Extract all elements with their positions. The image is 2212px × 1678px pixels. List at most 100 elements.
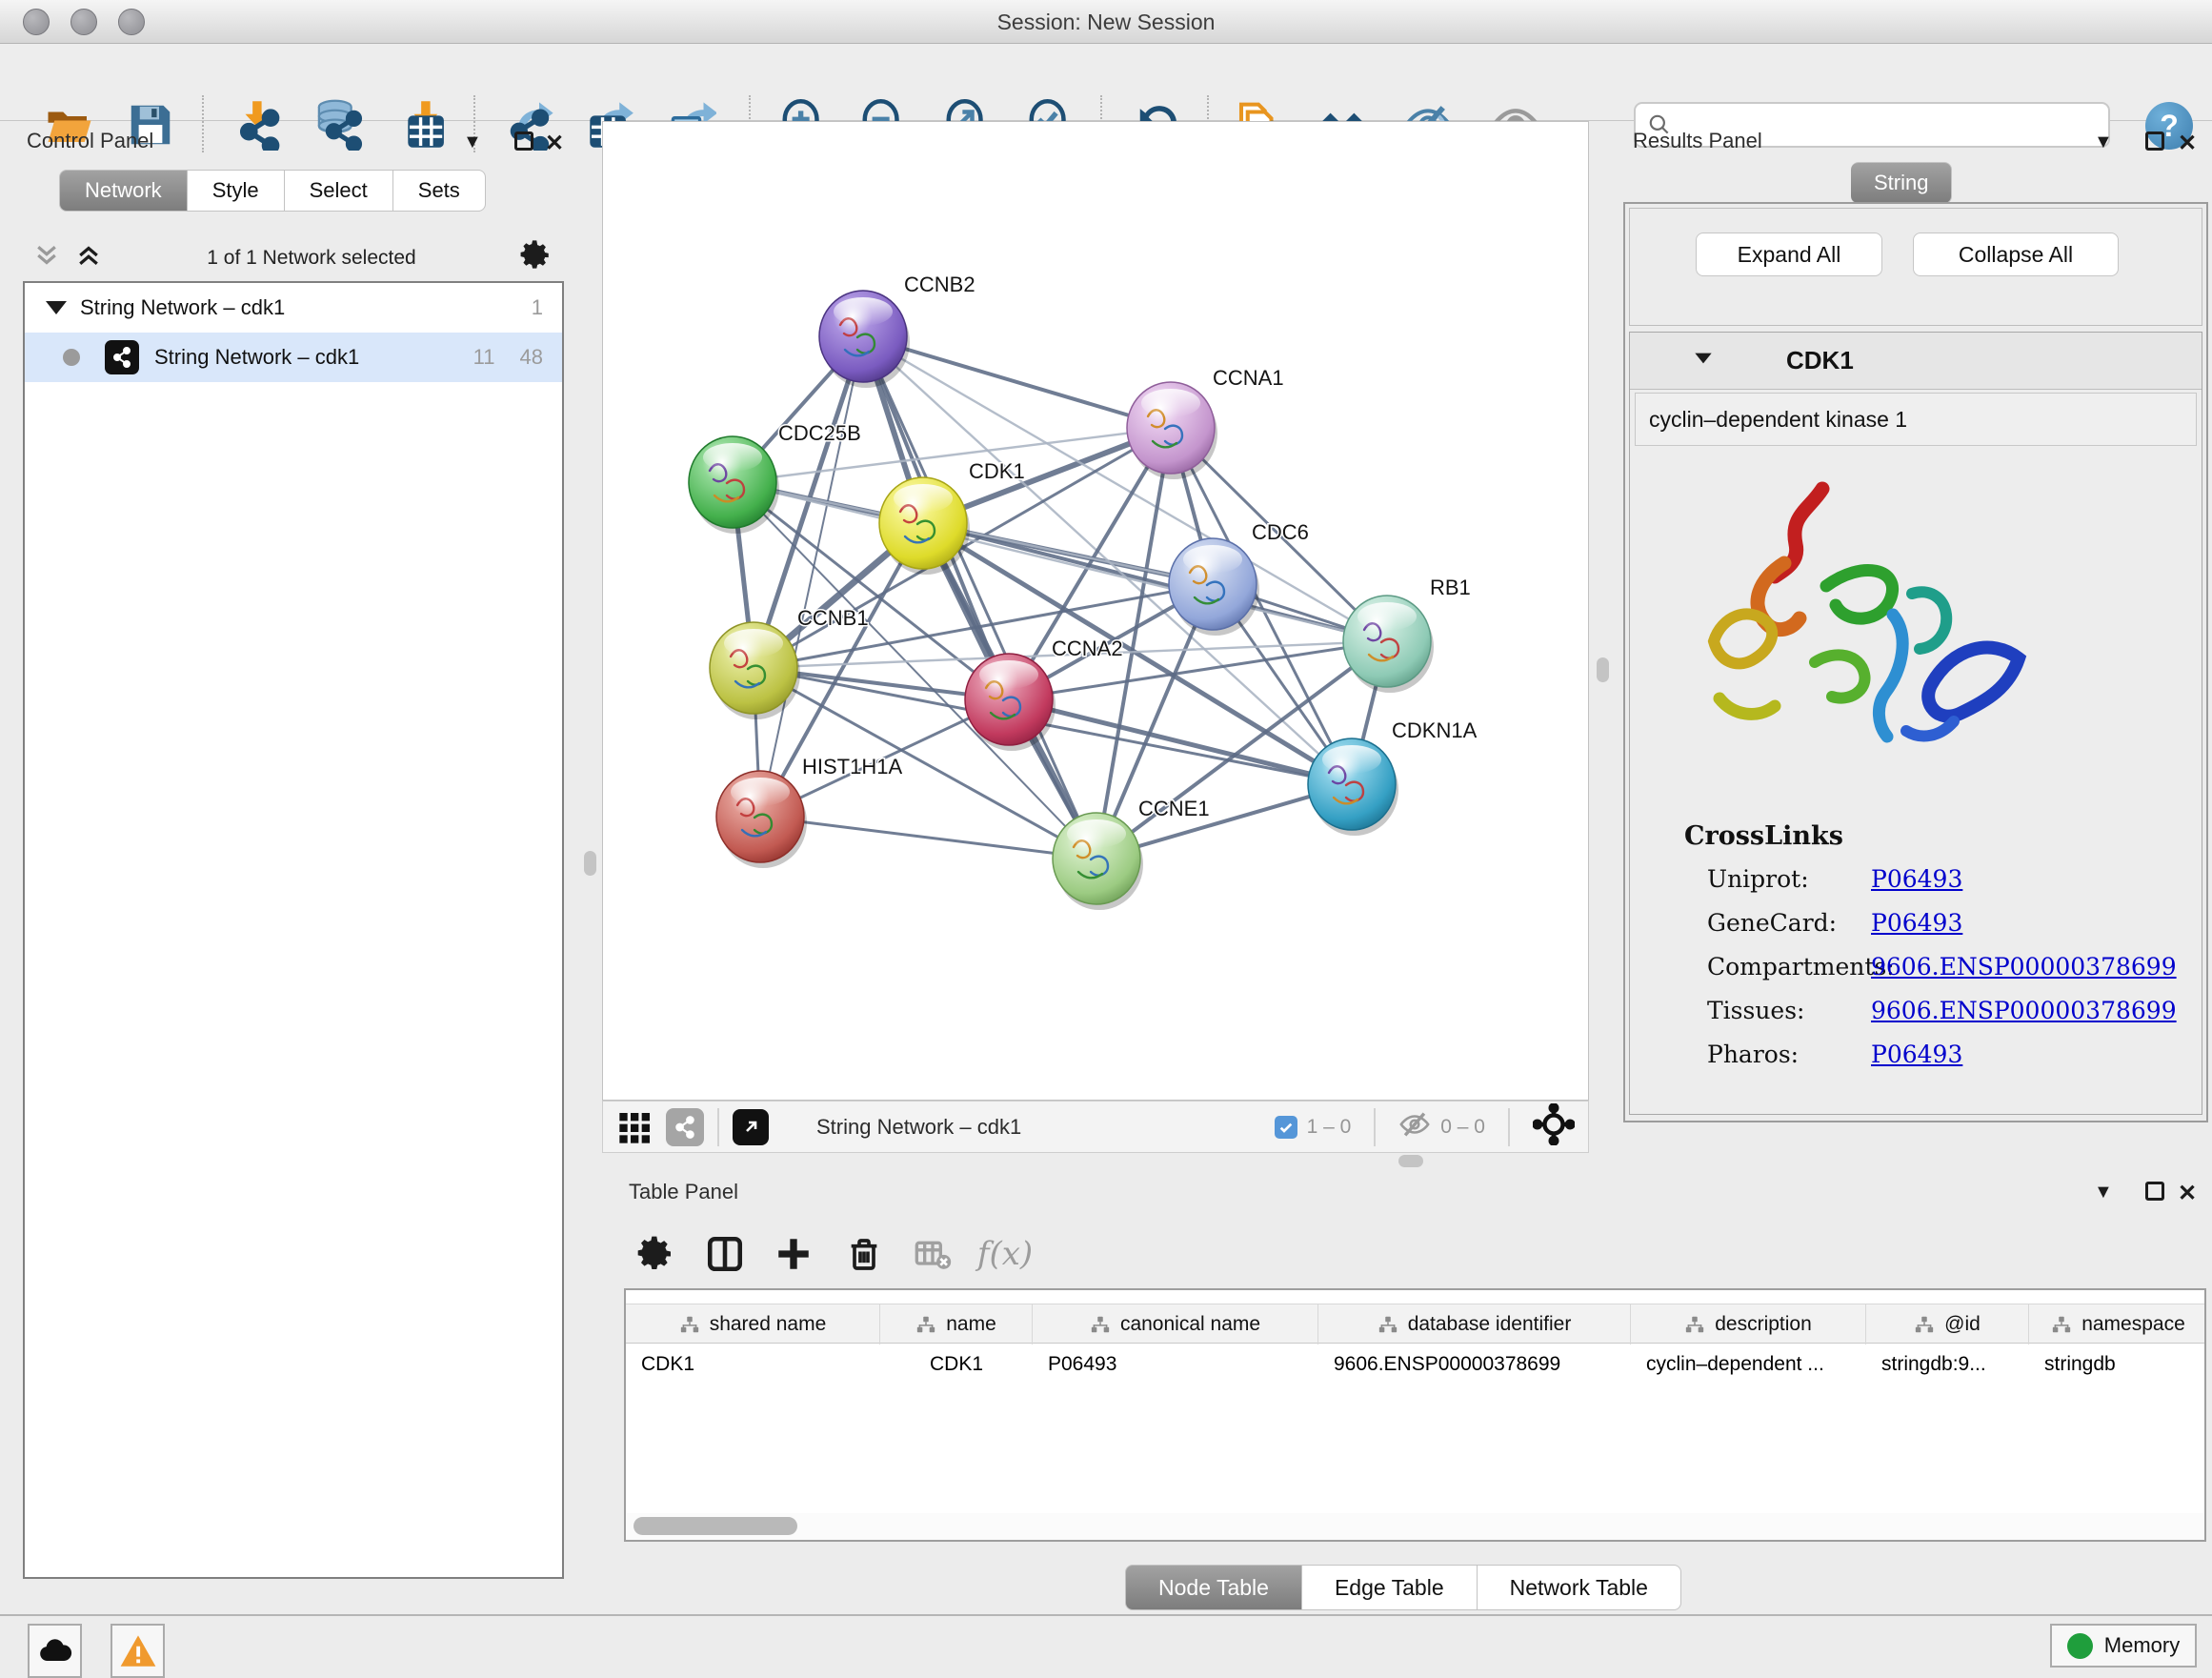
column-header-id[interactable]: @id: [1866, 1304, 2029, 1344]
network-canvas[interactable]: CCNB2CCNA1CDC25BCDK1CDC6RB1CCNB1CCNA2CDK…: [602, 121, 1589, 1101]
table-tabs: Node TableEdge TableNetwork Table: [1125, 1565, 1681, 1610]
network-selection-status: 1 of 1 Network selected: [103, 247, 520, 270]
network-node-CCNA1[interactable]: [1127, 382, 1217, 479]
open-in-new-window-icon[interactable]: [733, 1109, 769, 1145]
tab-sets[interactable]: Sets: [393, 170, 486, 212]
table-settings-gear-icon[interactable]: [629, 1227, 684, 1281]
table-cell[interactable]: CDK1: [626, 1345, 880, 1384]
column-header-sharedname[interactable]: shared name: [626, 1304, 880, 1344]
crosslink-link[interactable]: 9606.ENSP00000378699: [1871, 953, 2177, 981]
control-panel-tabs: NetworkStyleSelectSets: [59, 170, 486, 212]
network-edge[interactable]: [760, 817, 1096, 859]
crosslink-link[interactable]: 9606.ENSP00000378699: [1871, 997, 2177, 1024]
network-node-CDC25B[interactable]: [689, 436, 779, 534]
table-cell[interactable]: cyclin–dependent ...: [1631, 1345, 1866, 1384]
column-header-canonicalname[interactable]: canonical name: [1033, 1304, 1318, 1344]
toolbar-separator: [202, 95, 204, 152]
cloud-status-button[interactable]: [28, 1624, 82, 1678]
left-splitter-handle[interactable]: [584, 851, 596, 876]
cytoscape-window: Session: New Session ? Control Panel ▼ ✕…: [0, 0, 2212, 1671]
create-column-plus-icon[interactable]: [766, 1227, 821, 1281]
table-cell[interactable]: stringdb:9...: [1866, 1345, 2029, 1384]
node-label-CDKN1A: CDKN1A: [1392, 718, 1478, 742]
selected-node-edge-counts: 1 – 0: [1307, 1116, 1352, 1139]
crosslink-link[interactable]: P06493: [1871, 865, 1962, 893]
results-panel-close-icon[interactable]: ✕: [2178, 130, 2197, 157]
network-edge[interactable]: [863, 336, 1171, 428]
network-node-CDC6[interactable]: [1169, 538, 1259, 636]
column-header-namespace[interactable]: namespace: [2029, 1304, 2206, 1344]
protein-section-header[interactable]: CDK1: [1630, 333, 2202, 390]
show-columns-icon[interactable]: [697, 1227, 753, 1281]
table-panel-close-icon[interactable]: ✕: [2178, 1180, 2197, 1207]
tab-style[interactable]: Style: [188, 170, 285, 212]
column-header-description[interactable]: description: [1631, 1304, 1866, 1344]
divider: [1508, 1108, 1510, 1146]
hidden-node-edge-counts: 0 – 0: [1440, 1116, 1485, 1139]
warning-status-button[interactable]: [111, 1624, 165, 1678]
control-panel-close-icon[interactable]: ✕: [545, 130, 564, 157]
string-network-graph[interactable]: CCNB2CCNA1CDC25BCDK1CDC6RB1CCNB1CCNA2CDK…: [603, 122, 1588, 1100]
column-header-name[interactable]: name: [880, 1304, 1033, 1344]
network-icon: [105, 340, 139, 374]
network-edge[interactable]: [863, 336, 1096, 859]
protein-description: cyclin–dependent kinase 1: [1635, 393, 2197, 446]
tab-select[interactable]: Select: [285, 170, 393, 212]
collapse-all-chevron-icon[interactable]: [32, 241, 61, 275]
birds-eye-view-icon[interactable]: [616, 1108, 654, 1146]
results-panel-menu-icon[interactable]: ▼: [2094, 131, 2113, 153]
right-splitter-handle[interactable]: [1597, 657, 1609, 682]
import-table-icon[interactable]: [398, 95, 455, 154]
network-node-CDK1[interactable]: [879, 477, 970, 575]
fit-content-crosshair-icon[interactable]: [1533, 1103, 1575, 1151]
collapse-all-button[interactable]: Collapse All: [1913, 232, 2119, 276]
memory-label: Memory: [2104, 1633, 2180, 1658]
crosslink-label: Pharos:: [1707, 1041, 1799, 1068]
crosslink-link[interactable]: P06493: [1871, 909, 1962, 937]
results-panel-float-icon[interactable]: [2145, 131, 2164, 151]
table-cell[interactable]: stringdb: [2029, 1345, 2206, 1384]
node-table[interactable]: shared namenamecanonical namedatabase id…: [624, 1288, 2206, 1542]
table-cell[interactable]: P06493: [1033, 1345, 1318, 1384]
selected-checkbox-icon[interactable]: [1275, 1116, 1297, 1139]
expand-all-chevron-icon[interactable]: [74, 241, 103, 275]
bottom-splitter-handle[interactable]: [1398, 1155, 1423, 1167]
table-hscrollbar[interactable]: [626, 1513, 2204, 1540]
tab-network[interactable]: Network: [59, 170, 188, 212]
memory-button[interactable]: Memory: [2050, 1624, 2197, 1668]
expand-all-button[interactable]: Expand All: [1696, 232, 1882, 276]
tab-edge-table[interactable]: Edge Table: [1302, 1565, 1478, 1610]
crosslink-link[interactable]: P06493: [1871, 1041, 1962, 1068]
tab-network-table[interactable]: Network Table: [1478, 1565, 1681, 1610]
table-panel-float-icon[interactable]: [2145, 1182, 2164, 1201]
network-node-RB1[interactable]: [1343, 596, 1434, 693]
network-collection-row[interactable]: String Network – cdk1 1: [25, 283, 562, 333]
control-panel-menu-icon[interactable]: ▼: [463, 131, 482, 153]
protein-caret-icon[interactable]: [1691, 346, 1716, 375]
table-cell[interactable]: 9606.ENSP00000378699: [1318, 1345, 1631, 1384]
node-label-CCNE1: CCNE1: [1138, 797, 1210, 820]
network-node-HIST1H1A[interactable]: [716, 771, 807, 868]
collection-caret-icon[interactable]: [46, 301, 67, 314]
tab-string[interactable]: String: [1851, 162, 1952, 204]
tab-node-table[interactable]: Node Table: [1125, 1565, 1302, 1610]
network-node-CDKN1A[interactable]: [1308, 738, 1398, 836]
graph-view-icon[interactable]: [666, 1108, 704, 1146]
network-row[interactable]: String Network – cdk1 11 48: [25, 333, 562, 382]
divider: [717, 1108, 719, 1146]
table-cell[interactable]: CDK1: [880, 1345, 1033, 1384]
network-view-title: String Network – cdk1: [816, 1115, 1021, 1140]
column-header-databaseidentifier[interactable]: database identifier: [1318, 1304, 1631, 1344]
network-options-gear-icon[interactable]: [520, 239, 553, 277]
network-node-CCNE1[interactable]: [1053, 813, 1143, 910]
import-network-icon[interactable]: [230, 95, 287, 154]
title-bar[interactable]: Session: New Session: [0, 0, 2212, 44]
control-panel-float-icon[interactable]: [514, 131, 533, 151]
delete-column-trash-icon[interactable]: [836, 1227, 892, 1281]
network-node-CCNB2[interactable]: [819, 291, 910, 388]
network-edge[interactable]: [760, 336, 863, 817]
import-database-icon[interactable]: [309, 95, 366, 154]
table-hscrollbar-thumb[interactable]: [633, 1517, 797, 1535]
table-panel-menu-icon[interactable]: ▼: [2094, 1182, 2113, 1203]
network-list: String Network – cdk1 1 String Network –…: [23, 281, 564, 1579]
